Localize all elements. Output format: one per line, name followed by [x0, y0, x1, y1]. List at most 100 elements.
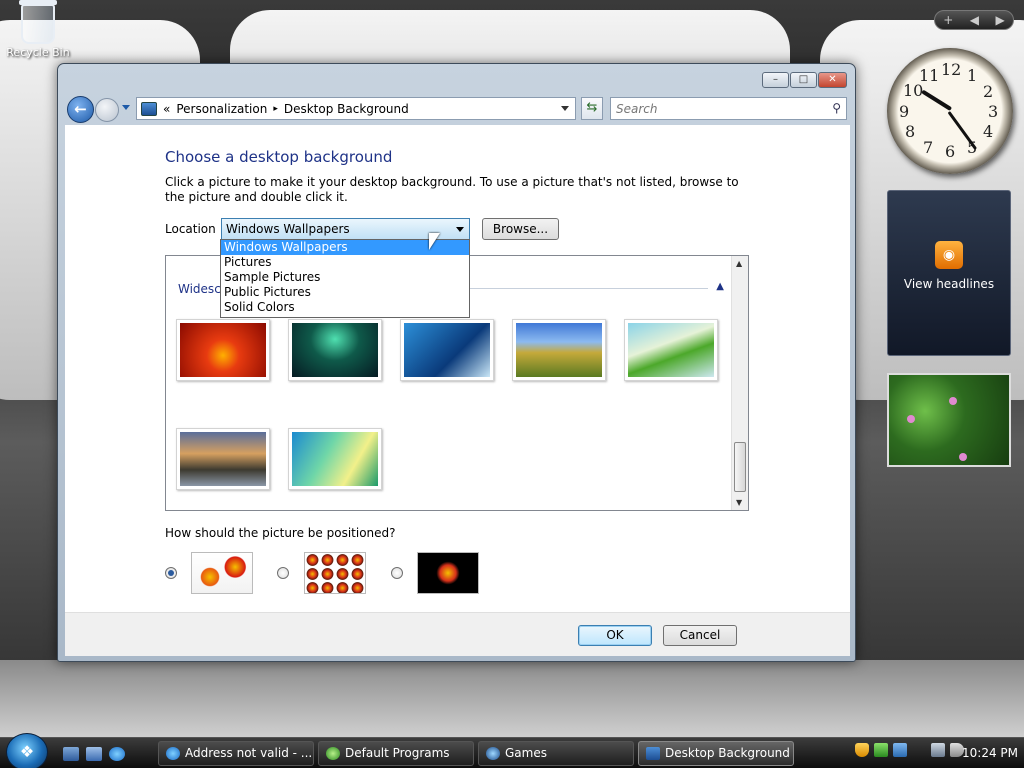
location-label: Location	[165, 222, 216, 236]
address-dropdown-icon[interactable]	[561, 106, 569, 111]
tray-spacer	[912, 743, 926, 757]
flower-icon	[949, 397, 957, 405]
refresh-button[interactable]: ⇆	[581, 97, 603, 120]
clock-time[interactable]: 10:24 PM	[962, 746, 1018, 760]
chevron-down-icon	[456, 227, 464, 232]
scroll-up-icon[interactable]: ▲	[736, 259, 742, 268]
clock-number: 6	[945, 142, 956, 161]
clock-number: 1	[967, 66, 978, 85]
location-value: Windows Wallpapers	[226, 222, 350, 236]
dropdown-option[interactable]: Public Pictures	[221, 285, 469, 300]
cancel-button[interactable]: Cancel	[663, 625, 737, 646]
breadcrumb-separator: ▸	[273, 103, 278, 114]
wallpaper-floor	[0, 660, 1024, 737]
start-button[interactable]: ❖	[6, 733, 48, 768]
internet-explorer-icon[interactable]	[109, 747, 125, 761]
back-button[interactable]: ←	[67, 96, 94, 123]
dropdown-option[interactable]: Sample Pictures	[221, 270, 469, 285]
wallpaper-thumbnail[interactable]	[288, 428, 382, 490]
address-bar[interactable]: « Personalization ▸ Desktop Background	[136, 97, 576, 120]
recycle-bin-icon	[19, 0, 57, 44]
dropdown-option[interactable]: Pictures	[221, 255, 469, 270]
position-center-preview[interactable]	[417, 552, 479, 594]
show-desktop-icon[interactable]	[63, 747, 79, 761]
clock-number: 8	[905, 122, 916, 141]
task-label: Default Programs	[345, 746, 450, 760]
position-center-radio[interactable]	[391, 567, 403, 579]
wallpaper-thumbnail[interactable]	[624, 319, 718, 381]
close-button[interactable]: ✕	[818, 72, 847, 88]
recycle-bin-label: Recycle Bin	[6, 46, 70, 59]
security-shield-icon[interactable]	[855, 743, 869, 757]
feed-label: View headlines	[903, 277, 995, 291]
scroll-thumb[interactable]	[734, 442, 746, 492]
wallpaper-thumbnail[interactable]	[400, 319, 494, 381]
feed-headlines-gadget[interactable]: ◉ View headlines	[887, 190, 1011, 356]
dropdown-option[interactable]: Solid Colors	[221, 300, 469, 315]
task-default-programs[interactable]: Default Programs	[318, 741, 474, 766]
sidebar-controls: + ◀ ▶	[934, 10, 1014, 30]
clock-hour-hand	[921, 89, 953, 111]
clock-number: 2	[983, 82, 994, 101]
task-desktop-background[interactable]: Desktop Background	[638, 741, 794, 766]
gallery-scrollbar[interactable]: ▲ ▼	[731, 256, 748, 510]
task-games[interactable]: Games	[478, 741, 634, 766]
position-fit-preview[interactable]	[191, 552, 253, 594]
breadcrumb-personalization[interactable]: Personalization	[176, 102, 267, 116]
browse-button[interactable]: Browse...	[482, 218, 559, 240]
mouse-pointer-icon	[429, 233, 440, 250]
navigation-bar: ← « Personalization ▸ Desktop Background…	[64, 95, 849, 125]
add-gadget-button[interactable]: +	[943, 13, 953, 27]
page-title: Choose a desktop background	[165, 148, 393, 166]
default-programs-icon	[326, 747, 340, 760]
scroll-down-icon[interactable]: ▼	[736, 498, 742, 507]
ok-button[interactable]: OK	[578, 625, 652, 646]
collapse-group-icon[interactable]: ▲	[716, 281, 724, 292]
clock-number: 7	[923, 138, 934, 157]
maximize-button[interactable]: □	[790, 72, 817, 88]
dialog-footer: OK Cancel	[65, 612, 850, 656]
clock-number: 3	[988, 102, 999, 121]
wallpaper-thumbnail[interactable]	[512, 319, 606, 381]
search-placeholder: Search	[616, 102, 658, 116]
checkmark-icon[interactable]	[874, 743, 888, 757]
breadcrumb-desktop-background[interactable]: Desktop Background	[284, 102, 409, 116]
location-dropdown-list[interactable]: Windows Wallpapers Pictures Sample Pictu…	[220, 239, 470, 318]
clock-number: 11	[919, 66, 940, 85]
network-icon[interactable]	[931, 743, 945, 757]
clock-number: 4	[983, 122, 994, 141]
slideshow-gadget[interactable]	[887, 373, 1011, 467]
wallpaper-thumbnail[interactable]	[176, 428, 270, 490]
internet-explorer-icon	[166, 747, 180, 760]
wallpaper-thumbnail[interactable]	[288, 319, 382, 381]
switch-windows-icon[interactable]	[86, 747, 102, 761]
recent-pages-icon[interactable]	[122, 105, 130, 110]
clock-number: 9	[899, 102, 910, 121]
flower-icon	[959, 453, 967, 461]
clock-number: 12	[941, 60, 962, 79]
position-fit-radio[interactable]	[165, 567, 177, 579]
position-tile-preview[interactable]	[304, 552, 366, 594]
position-question: How should the picture be positioned?	[165, 526, 396, 540]
control-panel-icon	[141, 101, 157, 116]
rss-icon: ◉	[935, 241, 963, 269]
position-tile-radio[interactable]	[277, 567, 289, 579]
task-label: Games	[505, 746, 547, 760]
desktop-background-window[interactable]: – □ ✕ ← « Personalization ▸ Desktop Back…	[57, 63, 856, 662]
wallpaper-thumbnail[interactable]	[176, 319, 270, 381]
prev-gadget-icon[interactable]: ◀	[970, 13, 979, 27]
task-internet-explorer[interactable]: Address not valid - ...	[158, 741, 314, 766]
page-description: Click a picture to make it your desktop …	[165, 175, 739, 204]
clock-gadget[interactable]: 12 1 2 3 4 5 6 7 8 9 10 11	[887, 48, 1013, 174]
breadcrumb-prefix[interactable]: «	[163, 102, 170, 116]
search-input[interactable]: Search ⚲	[610, 97, 847, 120]
forward-button[interactable]	[95, 98, 119, 122]
windows-update-icon[interactable]	[893, 743, 907, 757]
search-icon[interactable]: ⚲	[832, 101, 841, 115]
minimize-button[interactable]: –	[762, 72, 789, 88]
desktop-background-icon	[646, 747, 660, 760]
recycle-bin[interactable]: Recycle Bin	[6, 0, 70, 59]
notification-area	[855, 743, 964, 757]
task-label: Desktop Background	[665, 746, 790, 760]
next-gadget-icon[interactable]: ▶	[996, 13, 1005, 27]
